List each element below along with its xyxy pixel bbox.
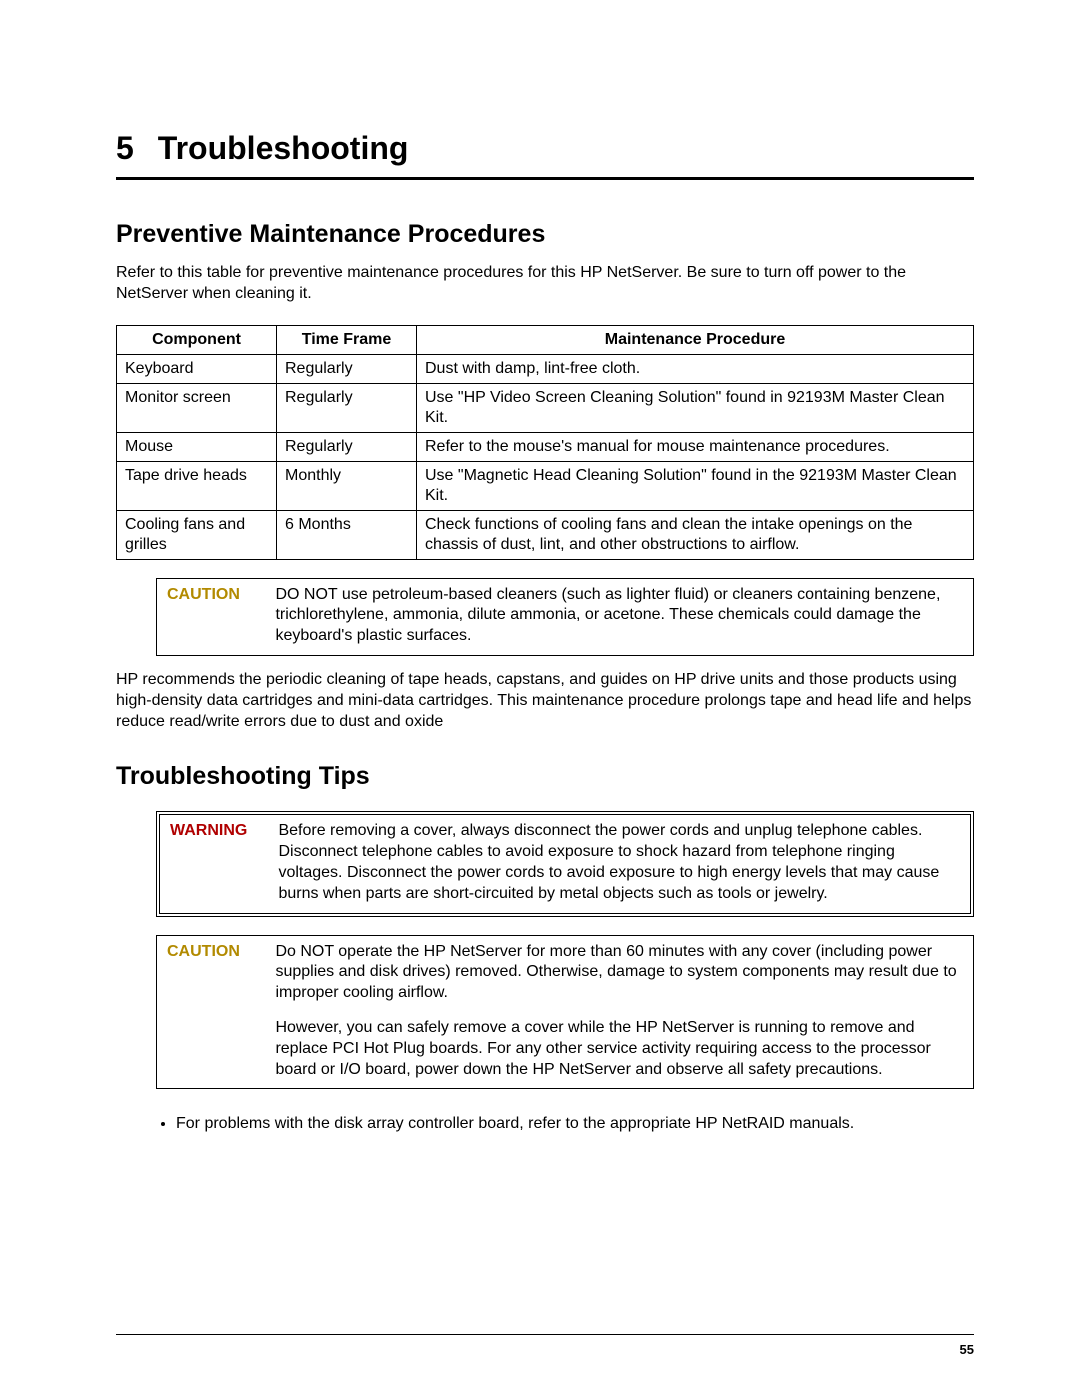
cell-procedure: Dust with damp, lint-free cloth. bbox=[417, 354, 974, 383]
table-row: MouseRegularlyRefer to the mouse's manua… bbox=[117, 432, 974, 461]
caution-label: CAUTION bbox=[167, 942, 271, 963]
table-row: KeyboardRegularlyDust with damp, lint-fr… bbox=[117, 354, 974, 383]
section-heading-troubleshooting-tips: Troubleshooting Tips bbox=[116, 762, 974, 791]
cell-time: Regularly bbox=[277, 432, 417, 461]
chapter-name: Troubleshooting bbox=[158, 130, 409, 166]
col-header-procedure: Maintenance Procedure bbox=[417, 325, 974, 354]
cell-component: Keyboard bbox=[117, 354, 277, 383]
page-number: 55 bbox=[960, 1342, 974, 1357]
warning-box-power: WARNING Before removing a cover, always … bbox=[156, 811, 974, 916]
cell-time: Monthly bbox=[277, 461, 417, 510]
table-row: Monitor screenRegularlyUse "HP Video Scr… bbox=[117, 383, 974, 432]
maintenance-table: Component Time Frame Maintenance Procedu… bbox=[116, 325, 974, 560]
cell-procedure: Refer to the mouse's manual for mouse ma… bbox=[417, 432, 974, 461]
table-row: Cooling fans and grilles6 MonthsCheck fu… bbox=[117, 510, 974, 559]
section-heading-preventive: Preventive Maintenance Procedures bbox=[116, 220, 974, 249]
col-header-time: Time Frame bbox=[277, 325, 417, 354]
col-header-component: Component bbox=[117, 325, 277, 354]
warning-text: Before removing a cover, always disconne… bbox=[278, 821, 956, 904]
cell-procedure: Check functions of cooling fans and clea… bbox=[417, 510, 974, 559]
cell-component: Mouse bbox=[117, 432, 277, 461]
caution-text: DO NOT use petroleum-based cleaners (suc… bbox=[275, 585, 959, 647]
warning-label: WARNING bbox=[170, 821, 274, 842]
list-item: For problems with the disk array control… bbox=[176, 1113, 974, 1135]
cell-component: Tape drive heads bbox=[117, 461, 277, 510]
tape-head-paragraph: HP recommends the periodic cleaning of t… bbox=[116, 670, 974, 732]
chapter-number: 5 bbox=[116, 130, 134, 166]
caution-box-cleaners: CAUTION DO NOT use petroleum-based clean… bbox=[156, 578, 974, 656]
cell-time: Regularly bbox=[277, 354, 417, 383]
caution-paragraph-2: However, you can safely remove a cover w… bbox=[275, 1018, 959, 1080]
tips-bullet-list: For problems with the disk array control… bbox=[176, 1113, 974, 1135]
cell-procedure: Use "HP Video Screen Cleaning Solution" … bbox=[417, 383, 974, 432]
cell-component: Cooling fans and grilles bbox=[117, 510, 277, 559]
caution-text: Do NOT operate the HP NetServer for more… bbox=[275, 942, 959, 1081]
caution-box-cover: CAUTION Do NOT operate the HP NetServer … bbox=[156, 935, 974, 1090]
table-row: Tape drive headsMonthlyUse "Magnetic Hea… bbox=[117, 461, 974, 510]
chapter-title: 5 Troubleshooting bbox=[116, 130, 974, 180]
manual-page: 5 Troubleshooting Preventive Maintenance … bbox=[0, 0, 1080, 1397]
cell-time: Regularly bbox=[277, 383, 417, 432]
caution-label: CAUTION bbox=[167, 585, 271, 606]
caution-paragraph-1: Do NOT operate the HP NetServer for more… bbox=[275, 942, 959, 1004]
table-header-row: Component Time Frame Maintenance Procedu… bbox=[117, 325, 974, 354]
intro-paragraph: Refer to this table for preventive maint… bbox=[116, 263, 974, 305]
cell-procedure: Use "Magnetic Head Cleaning Solution" fo… bbox=[417, 461, 974, 510]
cell-time: 6 Months bbox=[277, 510, 417, 559]
cell-component: Monitor screen bbox=[117, 383, 277, 432]
footer-rule bbox=[116, 1334, 974, 1335]
